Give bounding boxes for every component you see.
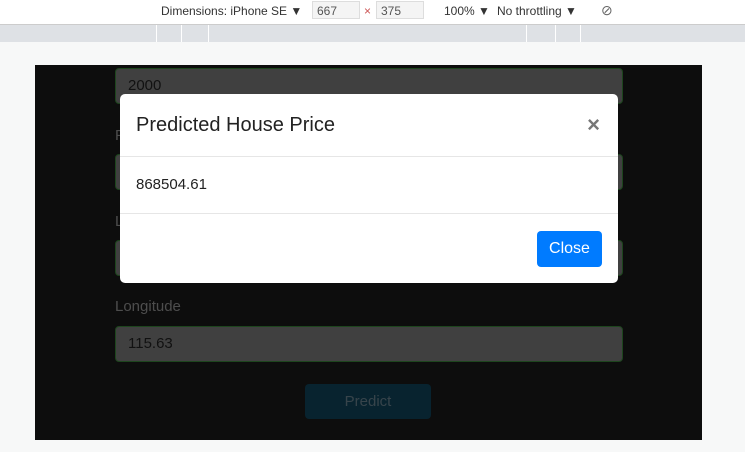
times-sign: ×	[364, 4, 372, 18]
close-button[interactable]: Close	[537, 231, 602, 267]
modal-body: 868504.61	[120, 157, 618, 214]
devtools-toolbar: Dimensions: iPhone SE ▼ 667 × 375 100% ▼…	[0, 0, 745, 25]
close-icon[interactable]: ×	[587, 112, 600, 138]
height-input[interactable]: 375	[376, 1, 424, 19]
predicted-price: 868504.61	[136, 176, 207, 193]
modal-header: Predicted House Price ×	[120, 94, 618, 157]
modal-title: Predicted House Price	[136, 114, 335, 136]
rotate-icon[interactable]: ⊘	[601, 2, 613, 19]
prediction-modal: Predicted House Price × 868504.61 Close	[120, 94, 618, 283]
device-select[interactable]: Dimensions: iPhone SE ▼	[161, 4, 302, 18]
throttling-select[interactable]: No throttling ▼	[497, 4, 577, 18]
width-input[interactable]: 667	[312, 1, 360, 19]
zoom-select[interactable]: 100% ▼	[444, 4, 490, 18]
media-query-bar[interactable]	[0, 25, 745, 42]
